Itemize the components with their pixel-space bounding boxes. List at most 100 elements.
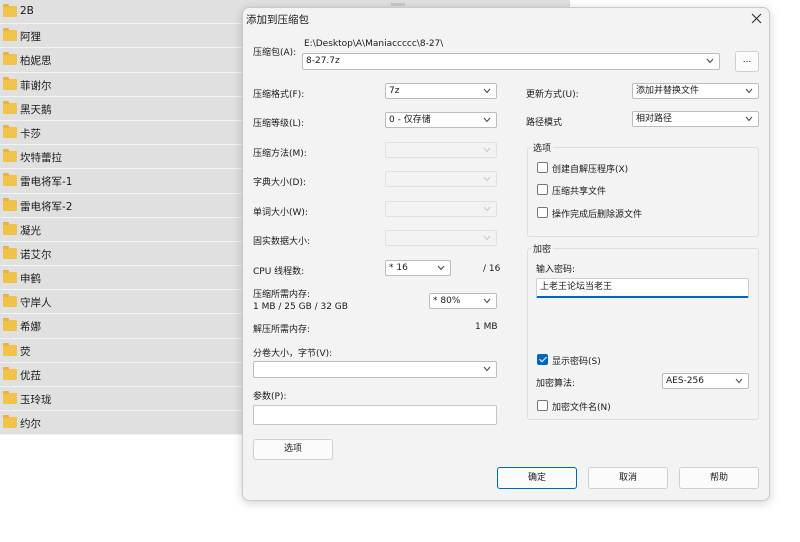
sfx-checkbox[interactable] (537, 162, 548, 173)
folder-icon (3, 415, 17, 429)
chevron-down-icon (483, 366, 491, 372)
show-password-label: 显示密码(S) (552, 357, 601, 367)
folder-name: 荧 (20, 345, 31, 358)
options-button-label: 选项 (283, 444, 302, 454)
method-combo[interactable] (385, 142, 497, 158)
archive-name-value: 8-27.7z (306, 56, 340, 66)
folder-name: 卡莎 (20, 127, 41, 140)
chevron-down-icon (483, 147, 491, 153)
chevron-down-icon (745, 88, 753, 94)
folder-name: 诺艾尔 (20, 248, 52, 261)
word-combo[interactable] (385, 201, 497, 217)
folder-icon (3, 4, 17, 17)
delete-checkbox[interactable] (537, 207, 548, 218)
ok-button[interactable]: 确定 (497, 467, 577, 489)
folder-icon (3, 366, 17, 380)
sfx-label: 创建自解压程序(X) (552, 165, 629, 175)
enc-method-value: AES-256 (666, 376, 704, 386)
password-label: 输入密码: (536, 265, 576, 275)
pathmode-label: 路径模式 (526, 118, 563, 128)
threads-combo[interactable]: * 16 (385, 260, 451, 276)
add-to-archive-dialog: 添加到压缩包 压缩包(A): E:\Desktop\A\Maniaccccc\8… (242, 7, 770, 501)
folder-name: 柏妮思 (20, 55, 52, 68)
encrypt-names-checkbox[interactable] (537, 400, 548, 411)
archive-path: E:\Desktop\A\Maniaccccc\8-27\ (304, 39, 444, 49)
format-combo[interactable]: 7z (385, 83, 497, 99)
folder-name: 约尔 (20, 418, 41, 431)
chevron-down-icon (483, 235, 491, 241)
folder-icon (3, 197, 17, 211)
cancel-button[interactable]: 取消 (588, 467, 668, 489)
update-label: 更新方式(U): (526, 90, 579, 100)
chevron-down-icon (437, 265, 445, 271)
folder-icon (3, 342, 17, 356)
folder-name: 黑天鹅 (20, 103, 52, 116)
archive-label: 压缩包(A): (253, 48, 297, 58)
word-label: 单词大小(W): (253, 208, 308, 218)
encrypt-names-label: 加密文件名(N) (552, 403, 611, 413)
method-label: 压缩方法(M): (253, 149, 307, 159)
archive-name-combo[interactable]: 8-27.7z (302, 53, 720, 70)
mem-label: 压缩所需内存: (253, 290, 311, 300)
threads-total: / 16 (483, 264, 501, 274)
dict-label: 字典大小(D): (253, 178, 306, 188)
threads-label: CPU 线程数: (253, 267, 305, 277)
close-button[interactable] (747, 8, 769, 30)
folder-name: 菲谢尔 (20, 79, 52, 92)
close-icon (751, 13, 762, 24)
level-combo[interactable]: 0 - 仅存储 (385, 112, 497, 128)
enc-method-label: 加密算法: (536, 379, 576, 389)
params-input[interactable] (253, 405, 497, 425)
chevron-down-icon (483, 298, 491, 304)
decomp-label: 解压所需内存: (253, 325, 311, 335)
folder-icon (3, 100, 17, 114)
folder-name: 阿狸 (20, 31, 41, 44)
solid-combo[interactable] (385, 230, 497, 246)
enc-method-combo[interactable]: AES-256 (662, 373, 749, 389)
chevron-down-icon (745, 116, 753, 122)
folder-icon (3, 318, 17, 332)
update-value: 添加并替换文件 (636, 86, 700, 96)
cancel-button-label: 取消 (618, 473, 637, 483)
chevron-down-icon (483, 176, 491, 182)
folder-icon (3, 245, 17, 259)
folder-name: 希娜 (20, 321, 41, 334)
split-combo[interactable] (253, 361, 497, 378)
browse-button[interactable]: ... (735, 51, 759, 72)
threads-value: * 16 (389, 263, 408, 273)
folder-icon (3, 76, 17, 90)
options-group-title: 选项 (531, 141, 554, 154)
delete-label: 操作完成后删除源文件 (552, 210, 643, 220)
options-button[interactable]: 选项 (253, 439, 333, 460)
chevron-down-icon (735, 378, 743, 384)
folder-icon (3, 28, 17, 42)
dict-combo[interactable] (385, 171, 497, 187)
mem-combo[interactable]: * 80% (429, 293, 497, 309)
password-value: 上老王论坛当老王 (540, 282, 613, 292)
shared-label: 压缩共享文件 (552, 187, 607, 197)
dialog-title: 添加到压缩包 (246, 14, 309, 26)
folder-name: 雷电将军-2 (20, 200, 73, 213)
folder-icon (3, 52, 17, 66)
decomp-value: 1 MB (475, 322, 498, 332)
folder-name: 2B (20, 5, 34, 17)
help-button[interactable]: 帮助 (679, 467, 759, 489)
folder-icon (3, 173, 17, 187)
folder-icon (3, 294, 17, 308)
pathmode-value: 相对路径 (636, 114, 673, 124)
params-label: 参数(P): (253, 392, 287, 402)
folder-icon (3, 391, 17, 404)
split-label: 分卷大小，字节(V): (253, 349, 333, 359)
folder-icon (3, 221, 17, 235)
mem-detail: 1 MB / 25 GB / 32 GB (253, 302, 348, 312)
password-input[interactable]: 上老王论坛当老王 (536, 278, 749, 298)
level-value: 0 - 仅存储 (389, 115, 431, 125)
help-button-label: 帮助 (709, 473, 728, 483)
browse-button-label: ... (742, 55, 752, 65)
update-combo[interactable]: 添加并替换文件 (632, 83, 759, 99)
shared-checkbox[interactable] (537, 184, 548, 195)
chevron-down-icon (706, 58, 714, 64)
folder-icon (3, 124, 17, 138)
pathmode-combo[interactable]: 相对路径 (632, 111, 759, 127)
show-password-checkbox[interactable] (537, 354, 548, 365)
